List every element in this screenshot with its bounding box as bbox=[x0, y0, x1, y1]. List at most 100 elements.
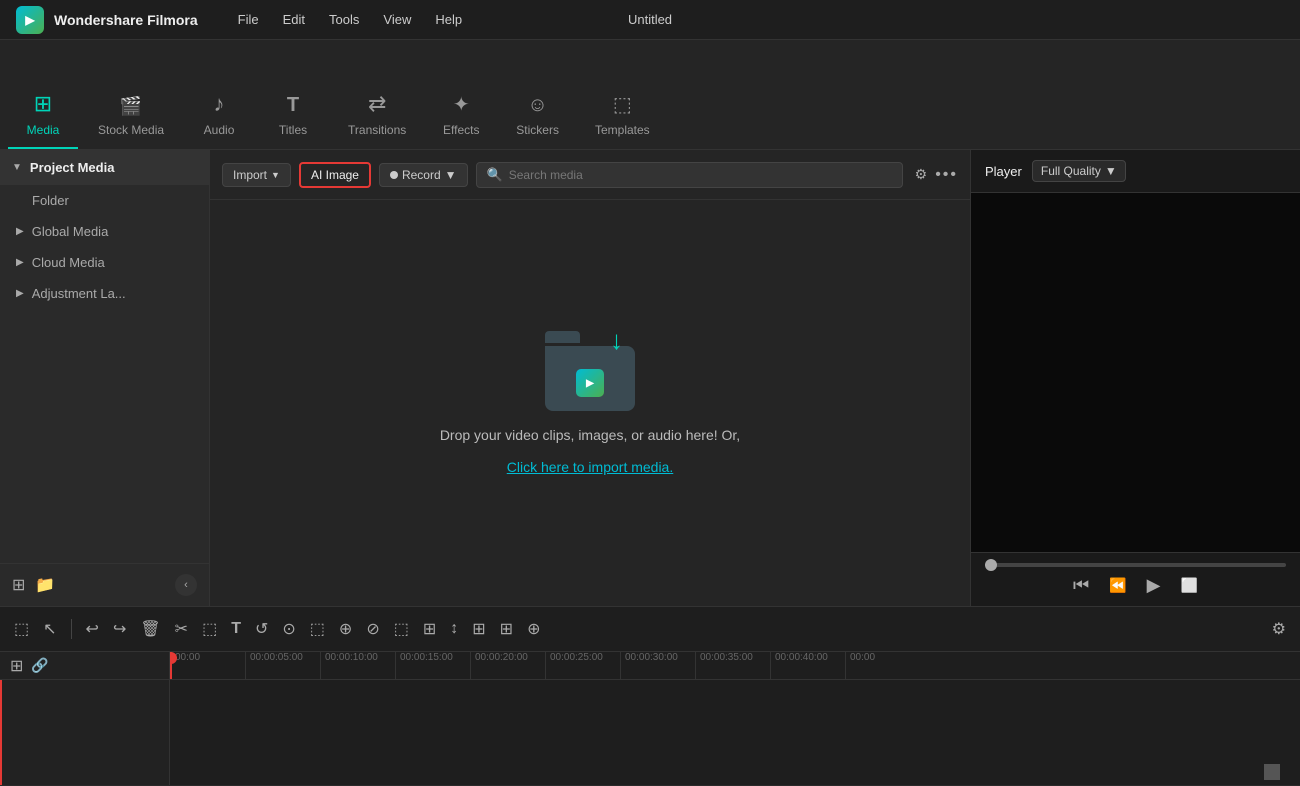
play-button[interactable]: ▶ bbox=[1147, 575, 1161, 596]
timeline-delete-button[interactable]: 🗑 bbox=[136, 617, 164, 641]
sidebar-item-adjustment[interactable]: ▶ Adjustment La... bbox=[0, 278, 209, 309]
tab-effects[interactable]: ✦ Effects bbox=[426, 84, 496, 149]
rewind-button[interactable]: ⏮ bbox=[1073, 575, 1089, 596]
tab-bar: ⊞ Media 🎬 Stock Media ♪ Audio T Titles ⇄… bbox=[0, 40, 1300, 150]
import-link[interactable]: Click here to import media. bbox=[507, 459, 674, 475]
step-back-button[interactable]: ⏪ bbox=[1109, 577, 1126, 594]
record-button[interactable]: Record ▼ bbox=[379, 163, 468, 187]
player-controls: ⏮ ⏪ ▶ ⬜ bbox=[971, 552, 1300, 606]
drop-zone[interactable]: ▶ ↓ Drop your video clips, images, or au… bbox=[210, 200, 970, 606]
track-header-controls: ⊞ 🔗 bbox=[0, 652, 170, 679]
ruler-labels-container: 00:00 00:00:05:00 00:00:10:00 00:00:15:0… bbox=[170, 652, 1300, 679]
timeline-group-button[interactable]: ⊞ bbox=[496, 617, 517, 641]
search-input[interactable] bbox=[509, 168, 892, 182]
ruler-label-8: 00:00:40:00 bbox=[770, 652, 845, 679]
record-chevron-icon: ▼ bbox=[445, 168, 457, 182]
tab-effects-label: Effects bbox=[443, 123, 479, 137]
titles-icon: T bbox=[287, 94, 299, 117]
tab-transitions[interactable]: ⇄ Transitions bbox=[332, 83, 422, 149]
sidebar-arrow-adjustment: ▶ bbox=[16, 288, 24, 299]
tab-stock-media[interactable]: 🎬 Stock Media bbox=[82, 88, 180, 149]
timeline-text-button[interactable]: T bbox=[227, 618, 245, 640]
sidebar-collapse-button[interactable]: ‹ bbox=[175, 574, 197, 596]
ai-image-button[interactable]: AI Image bbox=[299, 162, 371, 188]
timeline-add-button[interactable]: ⊕ bbox=[335, 617, 356, 641]
title-bar: ▶ Wondershare Filmora File Edit Tools Vi… bbox=[0, 0, 1300, 40]
effects-icon: ✦ bbox=[453, 92, 470, 117]
transitions-icon: ⇄ bbox=[368, 91, 386, 117]
timeline-duplicate-button[interactable]: ⊞ bbox=[468, 617, 489, 641]
import-chevron-icon: ▼ bbox=[271, 170, 280, 180]
timeline-ruler: 00:00 00:00:05:00 00:00:10:00 00:00:15:0… bbox=[170, 652, 1300, 679]
progress-bar[interactable] bbox=[985, 563, 1286, 567]
tab-titles-label: Titles bbox=[279, 123, 307, 137]
sidebar-arrow-cloud: ▶ bbox=[16, 257, 24, 268]
search-area[interactable]: 🔍 bbox=[476, 162, 903, 188]
tab-stickers[interactable]: ☺ Stickers bbox=[500, 86, 575, 149]
sidebar-item-folder[interactable]: Folder bbox=[0, 185, 209, 216]
sidebar-cloud-media-label: Cloud Media bbox=[32, 255, 105, 270]
menu-help[interactable]: Help bbox=[435, 8, 462, 31]
sidebar-global-media-label: Global Media bbox=[32, 224, 109, 239]
progress-thumb[interactable] bbox=[985, 559, 997, 571]
timeline-layout-button[interactable]: ⬚ bbox=[390, 617, 413, 641]
tab-templates[interactable]: ⬚ Templates bbox=[579, 84, 666, 149]
sidebar-title: Project Media bbox=[30, 160, 115, 175]
timeline-remove-button[interactable]: ⊘ bbox=[362, 617, 383, 641]
media-panel: Import ▼ AI Image Record ▼ 🔍 ⚙ ••• bbox=[210, 150, 970, 606]
screenshot-button[interactable]: ⬜ bbox=[1181, 577, 1198, 594]
ruler-label-2: 00:00:10:00 bbox=[320, 652, 395, 679]
tab-titles[interactable]: T Titles bbox=[258, 86, 328, 149]
timeline-crop-button[interactable]: ⬚ bbox=[198, 617, 221, 641]
sidebar-item-global-media[interactable]: ▶ Global Media bbox=[0, 216, 209, 247]
app-name: Wondershare Filmora bbox=[54, 12, 198, 28]
sidebar-collapse-arrow: ▼ bbox=[12, 162, 22, 173]
timeline-overlay-button[interactable]: ⬚ bbox=[306, 617, 329, 641]
ruler-label-5: 00:00:25:00 bbox=[545, 652, 620, 679]
folder-button[interactable]: 📁 bbox=[35, 575, 55, 595]
tab-media[interactable]: ⊞ Media bbox=[8, 83, 78, 149]
filmora-logo-in-folder: ▶ bbox=[576, 369, 604, 397]
timeline-select-button[interactable]: ↖ bbox=[39, 617, 60, 641]
import-button[interactable]: Import ▼ bbox=[222, 163, 291, 187]
playhead bbox=[0, 680, 2, 785]
timeline-redo-button[interactable]: ↪ bbox=[109, 617, 130, 641]
timeline-link-button[interactable]: ⊕ bbox=[523, 617, 544, 641]
link-toggle-icon[interactable]: 🔗 bbox=[31, 657, 48, 674]
ruler-label-9: 00:00 bbox=[845, 652, 920, 679]
drop-text: Drop your video clips, images, or audio … bbox=[440, 427, 740, 443]
add-folder-button[interactable]: ⊞ bbox=[12, 575, 25, 595]
templates-icon: ⬚ bbox=[613, 92, 632, 117]
folder-illustration: ▶ ↓ bbox=[545, 331, 635, 411]
timeline-split-button[interactable]: ⊞ bbox=[419, 617, 440, 641]
sidebar-header: ▼ Project Media bbox=[0, 150, 209, 185]
timeline-rotate-button[interactable]: ↺ bbox=[251, 617, 272, 641]
menu-tools[interactable]: Tools bbox=[329, 8, 359, 31]
quality-chevron-icon: ▼ bbox=[1105, 164, 1117, 178]
player-buttons: ⏮ ⏪ ▶ ⬜ bbox=[985, 575, 1286, 596]
sidebar-item-cloud-media[interactable]: ▶ Cloud Media bbox=[0, 247, 209, 278]
quality-select[interactable]: Full Quality ▼ bbox=[1032, 160, 1126, 182]
timeline-resize-button[interactable]: ↕ bbox=[446, 618, 462, 640]
ruler-label-7: 00:00:35:00 bbox=[695, 652, 770, 679]
timeline-color-button[interactable]: ⊙ bbox=[278, 617, 299, 641]
timeline-undo-button[interactable]: ↩ bbox=[82, 617, 103, 641]
track-right-panel bbox=[170, 680, 1300, 785]
track-row-main bbox=[0, 680, 1300, 786]
player-header: Player Full Quality ▼ bbox=[971, 150, 1300, 193]
menu-file[interactable]: File bbox=[238, 8, 259, 31]
ruler-label-6: 00:00:30:00 bbox=[620, 652, 695, 679]
timeline-scenes-button[interactable]: ⬚ bbox=[10, 617, 33, 641]
sidebar: ▼ Project Media Folder ▶ Global Media ▶ … bbox=[0, 150, 210, 606]
filter-button[interactable]: ⚙ bbox=[915, 166, 928, 183]
timeline-cut-button[interactable]: ✂ bbox=[171, 617, 192, 641]
timeline-scroll-thumb[interactable] bbox=[1264, 764, 1280, 780]
tab-audio[interactable]: ♪ Audio bbox=[184, 83, 254, 149]
add-track-icon[interactable]: ⊞ bbox=[10, 656, 23, 676]
timeline-ruler-row: ⊞ 🔗 00:00 00:00:05:00 00:00:10:00 00:00:… bbox=[0, 652, 1300, 680]
menu-view[interactable]: View bbox=[383, 8, 411, 31]
more-options-button[interactable]: ••• bbox=[935, 166, 958, 184]
menu-edit[interactable]: Edit bbox=[283, 8, 305, 31]
timeline-settings-button[interactable]: ⚙ bbox=[1268, 617, 1290, 641]
audio-icon: ♪ bbox=[214, 91, 225, 117]
